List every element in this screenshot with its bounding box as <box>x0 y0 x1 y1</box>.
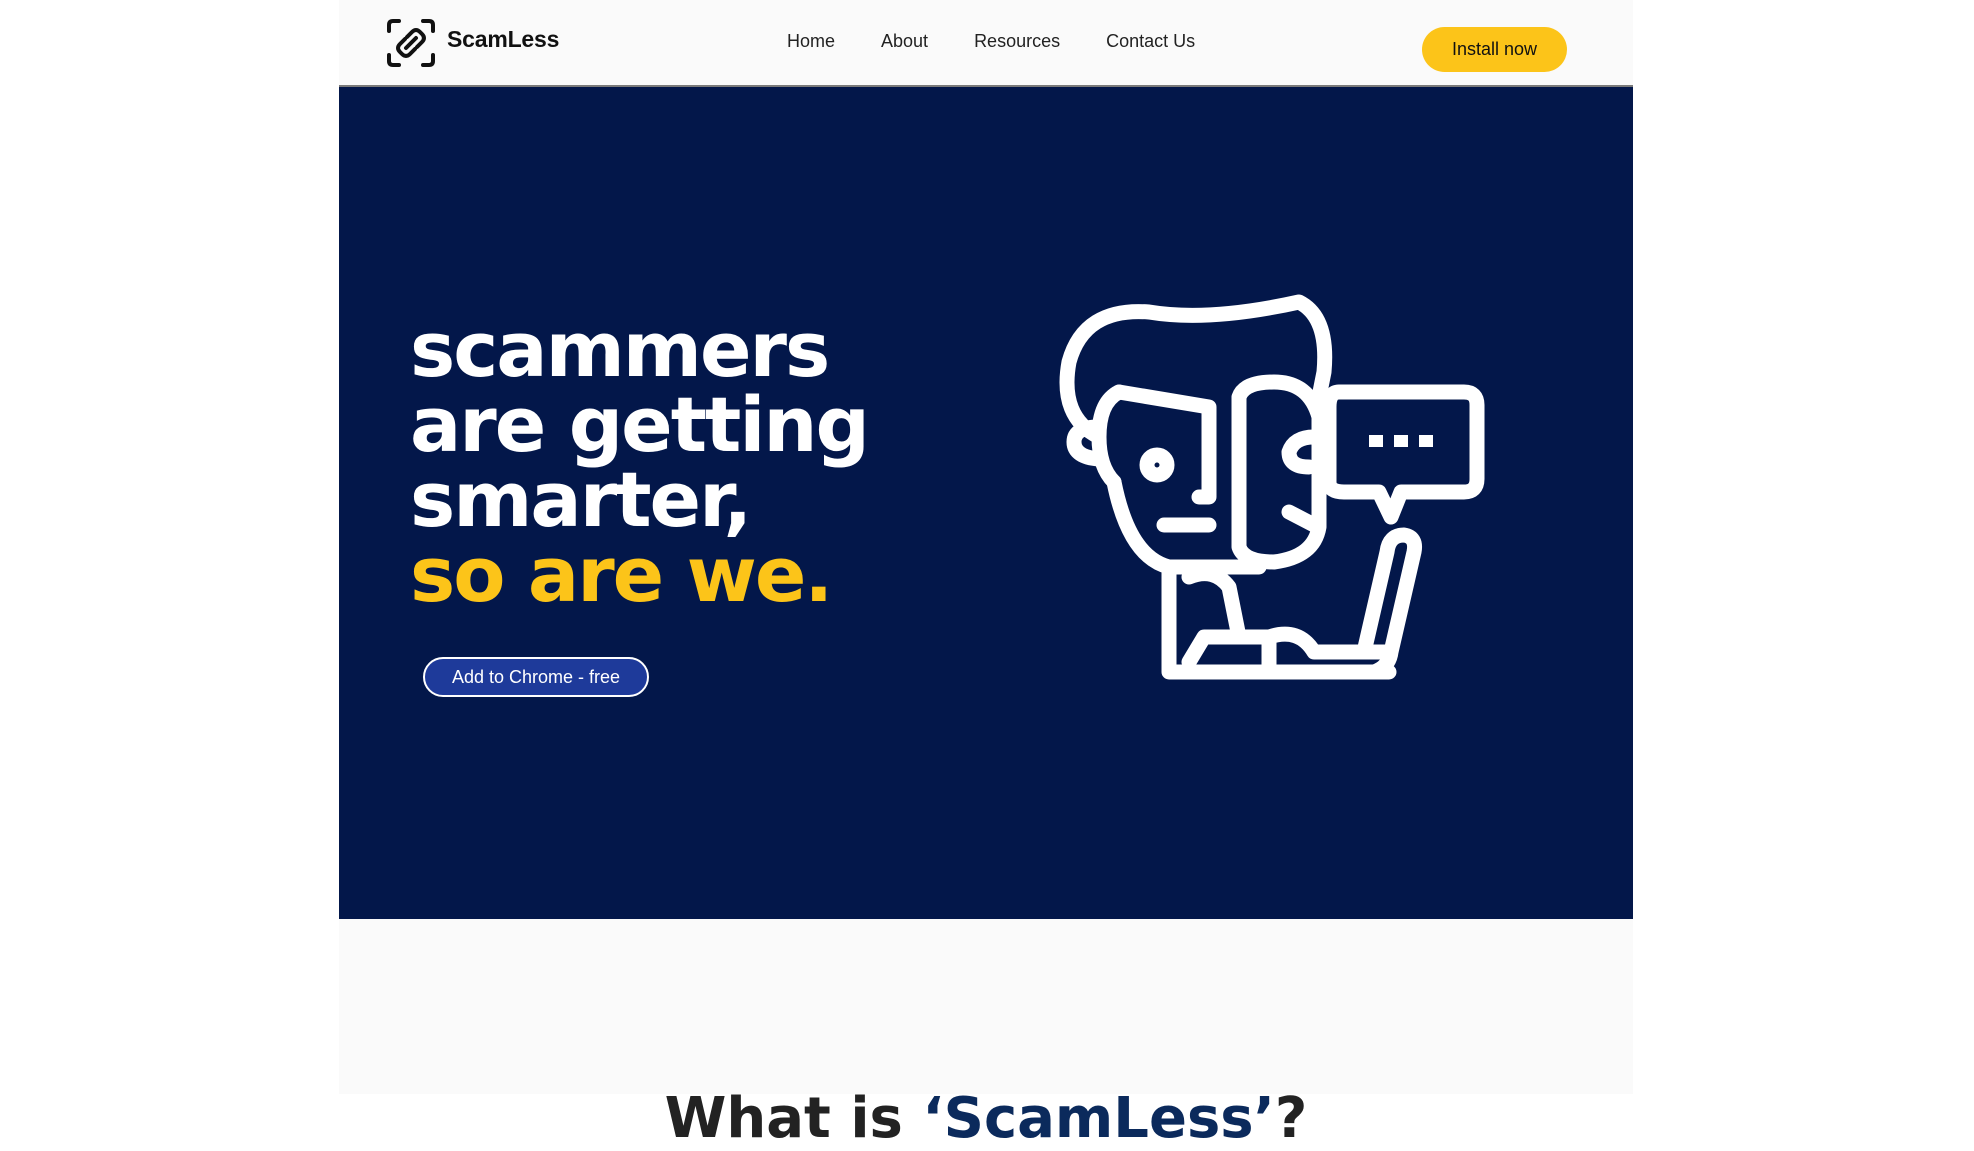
link-scan-icon <box>387 19 435 67</box>
headline-line-2: are getting <box>410 380 870 469</box>
main-nav: Home About Resources Contact Us <box>787 31 1241 52</box>
what-is-suffix: ? <box>1274 1086 1308 1151</box>
headline-accent: so are we. <box>410 530 833 619</box>
site-header: ScamLess Home About Resources Contact Us… <box>339 0 1633 87</box>
hero-headline: scammers are getting smarter, so are we. <box>410 305 870 619</box>
brand-name: ScamLess <box>447 25 560 52</box>
nav-about[interactable]: About <box>881 31 928 52</box>
install-now-button[interactable]: Install now <box>1422 27 1567 72</box>
page: ScamLess Home About Resources Contact Us… <box>339 0 1633 1151</box>
nav-contact-us[interactable]: Contact Us <box>1106 31 1195 52</box>
what-is-brand: ‘ScamLess’ <box>922 1086 1275 1151</box>
headline-line-1: scammers <box>410 305 830 394</box>
what-is-heading: What is ‘ScamLess’? <box>339 1086 1633 1151</box>
what-is-prefix: What is <box>664 1086 923 1151</box>
brand-logo[interactable]: ScamLess <box>385 17 559 69</box>
hero-section: scammers are getting smarter, so are we.… <box>339 87 1633 919</box>
nav-resources[interactable]: Resources <box>974 31 1060 52</box>
nav-home[interactable]: Home <box>787 31 835 52</box>
person-laptop-chat-icon <box>1059 294 1485 680</box>
headline-line-3: smarter, <box>410 455 752 544</box>
add-to-chrome-button[interactable]: Add to Chrome - free <box>423 657 649 697</box>
